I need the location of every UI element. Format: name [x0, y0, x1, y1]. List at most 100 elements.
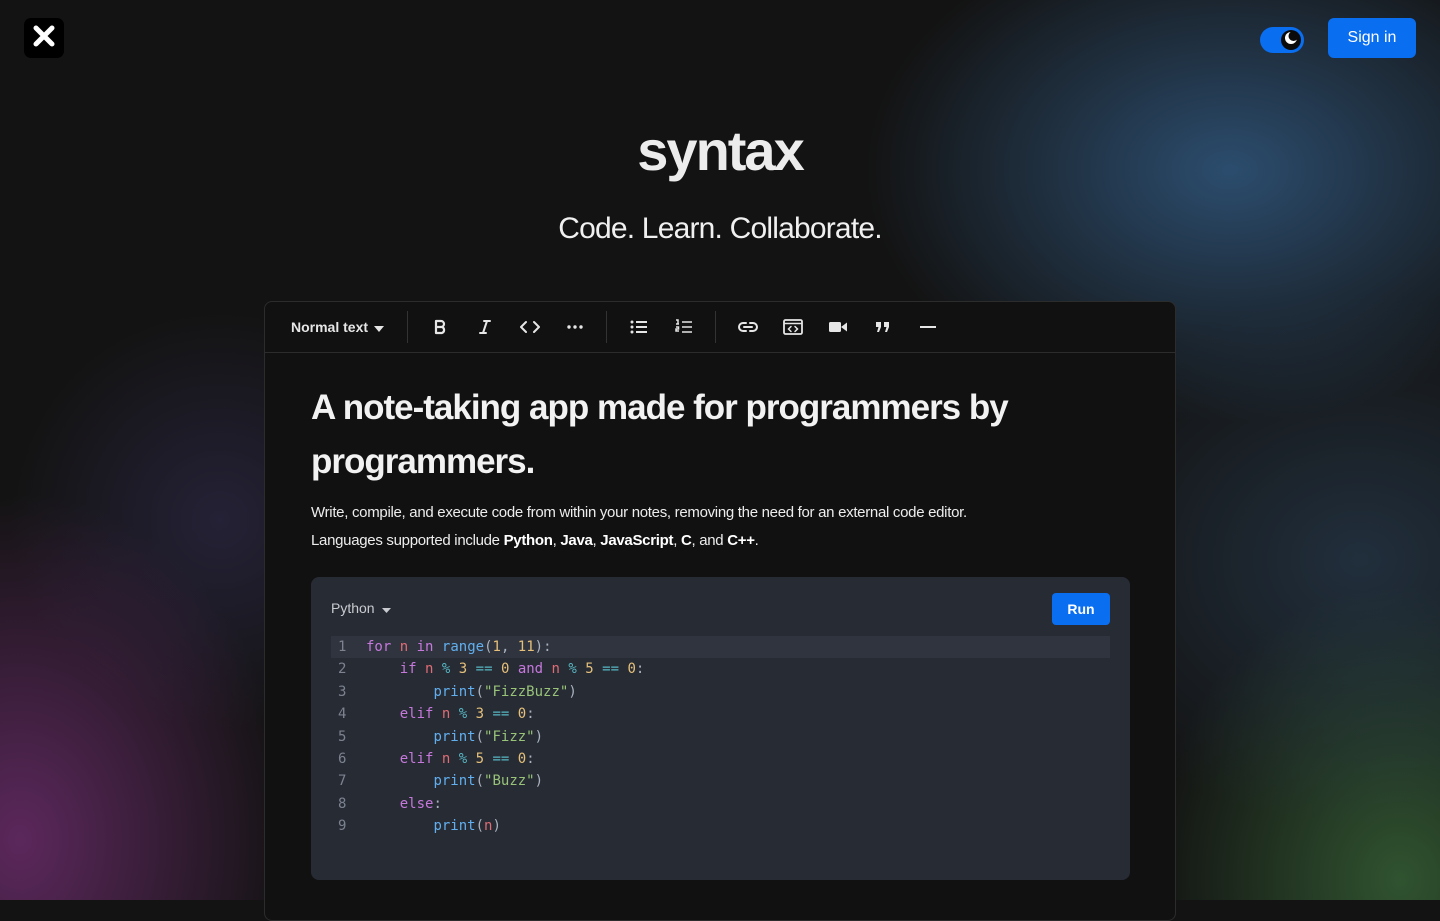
- x-close-icon: [31, 23, 57, 54]
- code-token: if: [399, 661, 417, 678]
- code-line[interactable]: 1 for n in range(1, 11):: [331, 636, 1110, 659]
- code-token: ):: [534, 639, 552, 655]
- code-line[interactable]: 8 else:: [331, 793, 1110, 815]
- code-token: 3: [458, 661, 468, 678]
- code-line[interactable]: 9 print(n): [331, 815, 1110, 837]
- theme-toggle[interactable]: [1260, 27, 1304, 53]
- code-token: "Buzz": [484, 773, 535, 790]
- code-text: print("FizzBuzz"): [366, 681, 576, 703]
- video-button[interactable]: [820, 311, 856, 343]
- separator: , and: [691, 532, 728, 549]
- code-line[interactable]: 2 if n % 3 == 0 and n % 5 == 0:: [331, 658, 1110, 680]
- code-token: elif: [399, 706, 434, 723]
- language-python: Python: [503, 532, 553, 549]
- italic-icon: [478, 319, 492, 335]
- line-number: 6: [338, 750, 347, 767]
- code-token: %: [458, 706, 468, 723]
- code-token: (: [475, 728, 485, 745]
- bullet-list-button[interactable]: [621, 311, 657, 343]
- toolbar-divider: [407, 311, 409, 343]
- language-java: Java: [560, 532, 593, 549]
- code-token: 5: [585, 661, 594, 678]
- code-text: elif n % 3 == 0:: [366, 703, 535, 725]
- code-line[interactable]: 5 print("Fizz"): [331, 726, 1110, 748]
- code-token: :: [526, 750, 535, 767]
- line-number: 1: [338, 639, 347, 655]
- code-token: (: [475, 683, 485, 700]
- code-block-button[interactable]: [775, 311, 811, 343]
- code-token: 0: [517, 706, 527, 723]
- code-token: "FizzBuzz": [484, 683, 569, 700]
- quote-button[interactable]: [865, 311, 901, 343]
- line-number: 2: [338, 661, 347, 678]
- code-token: ): [534, 728, 544, 745]
- language-dropdown[interactable]: Python: [331, 600, 391, 616]
- code-text: if n % 3 == 0 and n % 5 == 0:: [366, 658, 645, 680]
- italic-button[interactable]: [467, 311, 503, 343]
- more-button[interactable]: [557, 311, 593, 343]
- text-style-dropdown[interactable]: Normal text: [277, 311, 398, 343]
- toggle-knob: [1281, 30, 1301, 50]
- code-token: range: [441, 639, 485, 655]
- bullet-list-icon: [630, 320, 648, 334]
- code-token: ): [492, 818, 501, 835]
- code-line[interactable]: 4 elif n % 3 == 0:: [331, 703, 1110, 725]
- language-javascript: JavaScript: [600, 532, 674, 549]
- code-text: else:: [366, 793, 442, 815]
- horizontal-rule-button[interactable]: [910, 311, 946, 343]
- text-style-label: Normal text: [291, 319, 369, 335]
- code-line[interactable]: 3 print("FizzBuzz"): [331, 681, 1110, 703]
- language-cpp: C++: [727, 532, 755, 549]
- numbered-list-icon: [674, 319, 693, 335]
- paragraph-line-2-prefix: Languages supported include: [311, 532, 504, 549]
- code-text: print(n): [366, 815, 501, 837]
- code-line[interactable]: 6 elif n % 5 == 0:: [331, 748, 1110, 770]
- code-token: :: [635, 661, 645, 678]
- code-text: print("Fizz"): [366, 726, 543, 748]
- editor-panel: Normal text A note-taking app made for p…: [264, 301, 1176, 921]
- language-label: Python: [331, 600, 375, 616]
- code-token: :: [526, 706, 535, 723]
- inline-code-button[interactable]: [512, 311, 548, 343]
- code-token: (: [484, 639, 493, 655]
- code-token: 5: [475, 750, 485, 767]
- line-number: 8: [338, 795, 347, 812]
- toolbar-divider: [715, 311, 717, 343]
- code-line[interactable]: 7 print("Buzz"): [331, 770, 1110, 792]
- code-token: ,: [500, 639, 518, 655]
- line-number: 5: [338, 728, 347, 745]
- language-c: C: [680, 532, 692, 549]
- link-button[interactable]: [730, 311, 766, 343]
- code-token: in: [416, 639, 434, 655]
- code-token: (: [475, 818, 485, 835]
- editor-content[interactable]: A note-taking app made for programmers b…: [265, 353, 1175, 880]
- code-text: print("Buzz"): [366, 770, 543, 792]
- caret-down-icon: [374, 319, 385, 335]
- code-token: 0: [517, 750, 527, 767]
- numbered-list-button[interactable]: [666, 311, 702, 343]
- code-token: ==: [492, 706, 510, 723]
- code-token: 3: [475, 706, 485, 723]
- bold-button[interactable]: [422, 311, 458, 343]
- code-editor[interactable]: 1 for n in range(1, 11): 2 if n % 3 == 0 a…: [331, 636, 1110, 838]
- line-number: 9: [338, 818, 347, 835]
- code-block: Python Run 1 for n in range(1, 11): 2 if n…: [311, 577, 1130, 880]
- logo[interactable]: [24, 18, 64, 58]
- caret-down-icon: [381, 600, 391, 616]
- sign-in-button[interactable]: Sign in: [1328, 18, 1416, 58]
- paragraph-line-1: Write, compile, and execute code from wi…: [311, 504, 967, 521]
- run-button[interactable]: Run: [1052, 593, 1110, 625]
